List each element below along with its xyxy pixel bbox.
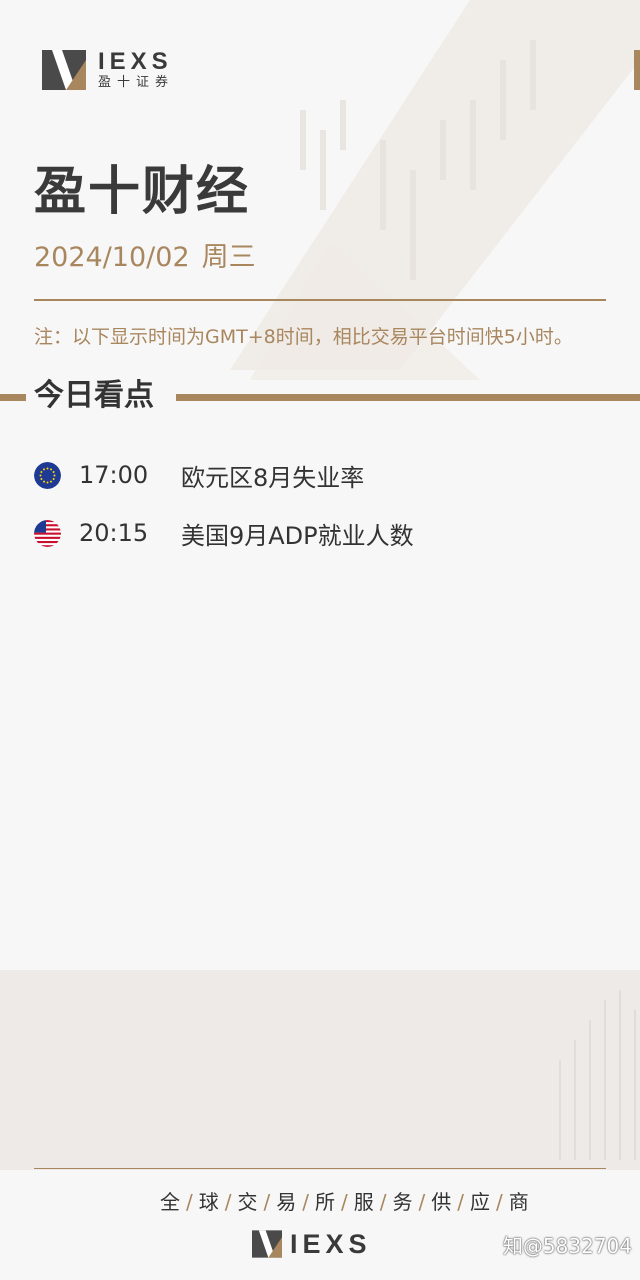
event-time: 20:15 [79,519,149,547]
divider-bottom [34,1168,606,1169]
footer-logo-word: IEXS [290,1229,372,1259]
tagline-char: 务 [392,1190,414,1214]
tagline-char: 服 [353,1190,375,1214]
iexs-logo-icon [42,50,86,90]
tagline-char: 全 [160,1190,181,1214]
event-name: 欧元区8月失业率 [181,463,365,492]
tagline: 全 / 球 / 交 / 易 / 所 / 服 / 务 / 供 / 应 / 商 [160,1190,530,1214]
list-item: 17:00 欧元区8月失业率 [34,455,606,495]
weekday-value: 周三 [201,242,256,273]
event-list: 17:00 欧元区8月失业率 20:15 美国9月ADP就业人数 [34,455,606,571]
timezone-note: 注：以下显示时间为GMT+8时间，相比交易平台时间快5小时。 [34,326,573,348]
side-accent-tab [634,50,640,90]
section-bar-left [0,394,26,401]
tagline-char: 所 [315,1190,336,1214]
tagline-char: 球 [198,1190,220,1214]
logo-subtitle: 盈十证券 [98,75,175,90]
tagline-char: 应 [470,1190,491,1214]
tagline-char: 供 [431,1190,453,1214]
section-title: 今日看点 [34,378,154,413]
logo-word: IEXS [98,48,173,75]
list-item: 20:15 美国9月ADP就业人数 [34,513,606,553]
tagline-char: 商 [508,1190,530,1214]
tagline-char: 易 [276,1190,298,1214]
divider-top [34,299,606,301]
footer-logo: IEXS [252,1230,372,1258]
event-name: 美国9月ADP就业人数 [181,521,414,550]
page-title: 盈十财经 [34,162,251,222]
watermark: 知@5832704 [502,1234,632,1258]
iexs-logo-icon [252,1230,282,1258]
brand-logo: IEXS 盈十证券 [42,50,174,90]
section-bar-right [176,394,640,401]
eu-flag-icon [34,461,61,489]
event-time: 17:00 [79,461,149,489]
tagline-char: 交 [237,1190,259,1214]
us-flag-icon [34,519,61,547]
date-line: 2024/10/02 周三 [34,240,256,276]
date-value: 2024/10/02 [34,242,190,273]
